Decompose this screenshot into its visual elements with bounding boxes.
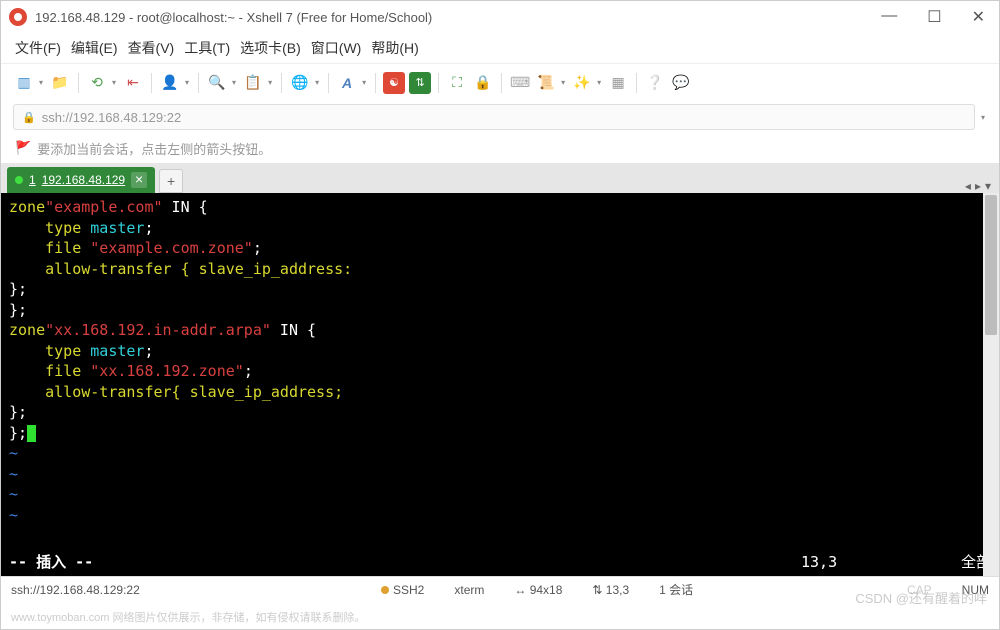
tabbar-right-icon[interactable]: ▸: [975, 179, 981, 193]
globe-icon[interactable]: 🌐: [289, 72, 311, 94]
toolbar: ▥▾ 📁 ⟲▾ ⇤ 👤▾ 🔍▾ 📋▾ 🌐▾ A▾ ☯ ⇅ ⛶ 🔒 ⌨ 📜▾ ✨▾…: [1, 63, 999, 101]
tabbar: 1 192.168.48.129 × + ◂ ▸ ▾: [1, 163, 999, 193]
profile-icon[interactable]: 👤: [159, 72, 181, 94]
vim-extent: 全部: [931, 552, 991, 573]
tabbar-left-icon[interactable]: ◂: [965, 179, 971, 193]
copy-icon[interactable]: 📋: [242, 72, 264, 94]
script-icon[interactable]: 📜: [535, 72, 557, 94]
menu-file[interactable]: 文件(F): [15, 38, 61, 58]
open-icon[interactable]: 📁: [49, 72, 71, 94]
status-protocol: SSH2: [381, 583, 424, 597]
hintbar: 🚩 要添加当前会话，点击左侧的箭头按钮。: [1, 133, 999, 163]
layout-icon[interactable]: ▦: [607, 72, 629, 94]
window-controls: — ☐ ✕: [875, 5, 991, 29]
terminal[interactable]: zone"example.com" IN { type master; file…: [1, 193, 999, 576]
tab-index: 1: [29, 173, 36, 187]
chat-icon[interactable]: 💬: [670, 72, 692, 94]
status-size: ↔ 94x18: [514, 583, 562, 597]
scrollbar[interactable]: [983, 193, 999, 576]
close-button[interactable]: ✕: [966, 5, 991, 29]
add-tab-button[interactable]: +: [159, 169, 183, 193]
app-icon: [9, 8, 27, 26]
search-icon[interactable]: 🔍: [206, 72, 228, 94]
addressbar: 🔒 ssh://192.168.48.129:22 ▾: [1, 101, 999, 133]
address-dropdown-icon[interactable]: ▾: [981, 113, 985, 122]
menubar: 文件(F) 编辑(E) 查看(V) 工具(T) 选项卡(B) 窗口(W) 帮助(…: [1, 33, 999, 63]
address-text: ssh://192.168.48.129:22: [42, 110, 182, 125]
hint-text: 要添加当前会话，点击左侧的箭头按钮。: [37, 139, 271, 158]
menu-tools[interactable]: 工具(T): [184, 38, 230, 58]
menu-view[interactable]: 查看(V): [128, 38, 175, 58]
vim-position: 13,3: [801, 552, 931, 573]
tabbar-menu-icon[interactable]: ▾: [985, 179, 991, 193]
tab-close-icon[interactable]: ×: [131, 172, 147, 188]
window-title: 192.168.48.129 - root@localhost:~ - Xshe…: [35, 10, 875, 25]
menu-window[interactable]: 窗口(W): [311, 38, 362, 58]
proto-dot-icon: [381, 586, 389, 594]
status-dot-icon: [15, 176, 23, 184]
maximize-button[interactable]: ☐: [921, 5, 947, 29]
status-term: xterm: [454, 583, 484, 597]
cursor: [27, 425, 36, 442]
status-cursor: ⇅ 13,3: [592, 583, 629, 597]
menu-help[interactable]: 帮助(H): [371, 38, 418, 58]
tab-label: 192.168.48.129: [42, 173, 125, 187]
reconnect-icon[interactable]: ⟲: [86, 72, 108, 94]
status-ssh: ssh://192.168.48.129:22: [11, 583, 351, 597]
font-icon[interactable]: A: [336, 72, 358, 94]
highlight-icon[interactable]: ✨: [571, 72, 593, 94]
help-icon[interactable]: ❔: [644, 72, 666, 94]
statusbar: ssh://192.168.48.129:22 SSH2 xterm ↔ 94x…: [1, 576, 999, 602]
flag-icon: 🚩: [15, 140, 31, 156]
menu-edit[interactable]: 编辑(E): [71, 38, 118, 58]
lock-icon[interactable]: 🔒: [472, 72, 494, 94]
minimize-button[interactable]: —: [875, 5, 903, 29]
xshell-icon[interactable]: ☯: [383, 72, 405, 94]
fullscreen-icon[interactable]: ⛶: [446, 72, 468, 94]
address-input[interactable]: 🔒 ssh://192.168.48.129:22: [13, 104, 975, 130]
vim-mode: -- 插入 --: [9, 552, 801, 573]
disconnect-icon[interactable]: ⇤: [122, 72, 144, 94]
titlebar: 192.168.48.129 - root@localhost:~ - Xshe…: [1, 1, 999, 33]
lock-small-icon: 🔒: [22, 111, 36, 124]
tab-session[interactable]: 1 192.168.48.129 ×: [7, 167, 155, 193]
xftp-icon[interactable]: ⇅: [409, 72, 431, 94]
scrollbar-thumb[interactable]: [985, 195, 997, 335]
watermark-footer: www.toymoban.com 网络图片仅供展示，非存储，如有侵权请联系删除。: [11, 609, 365, 625]
vim-status: -- 插入 -- 13,3 全部: [9, 552, 991, 573]
watermark: CSDN @还有醒着的咩: [855, 588, 987, 607]
new-session-icon[interactable]: ▥: [13, 72, 35, 94]
keyboard-icon[interactable]: ⌨: [509, 72, 531, 94]
menu-tabs[interactable]: 选项卡(B): [240, 38, 301, 58]
status-sessions: 1 会话: [659, 581, 693, 598]
